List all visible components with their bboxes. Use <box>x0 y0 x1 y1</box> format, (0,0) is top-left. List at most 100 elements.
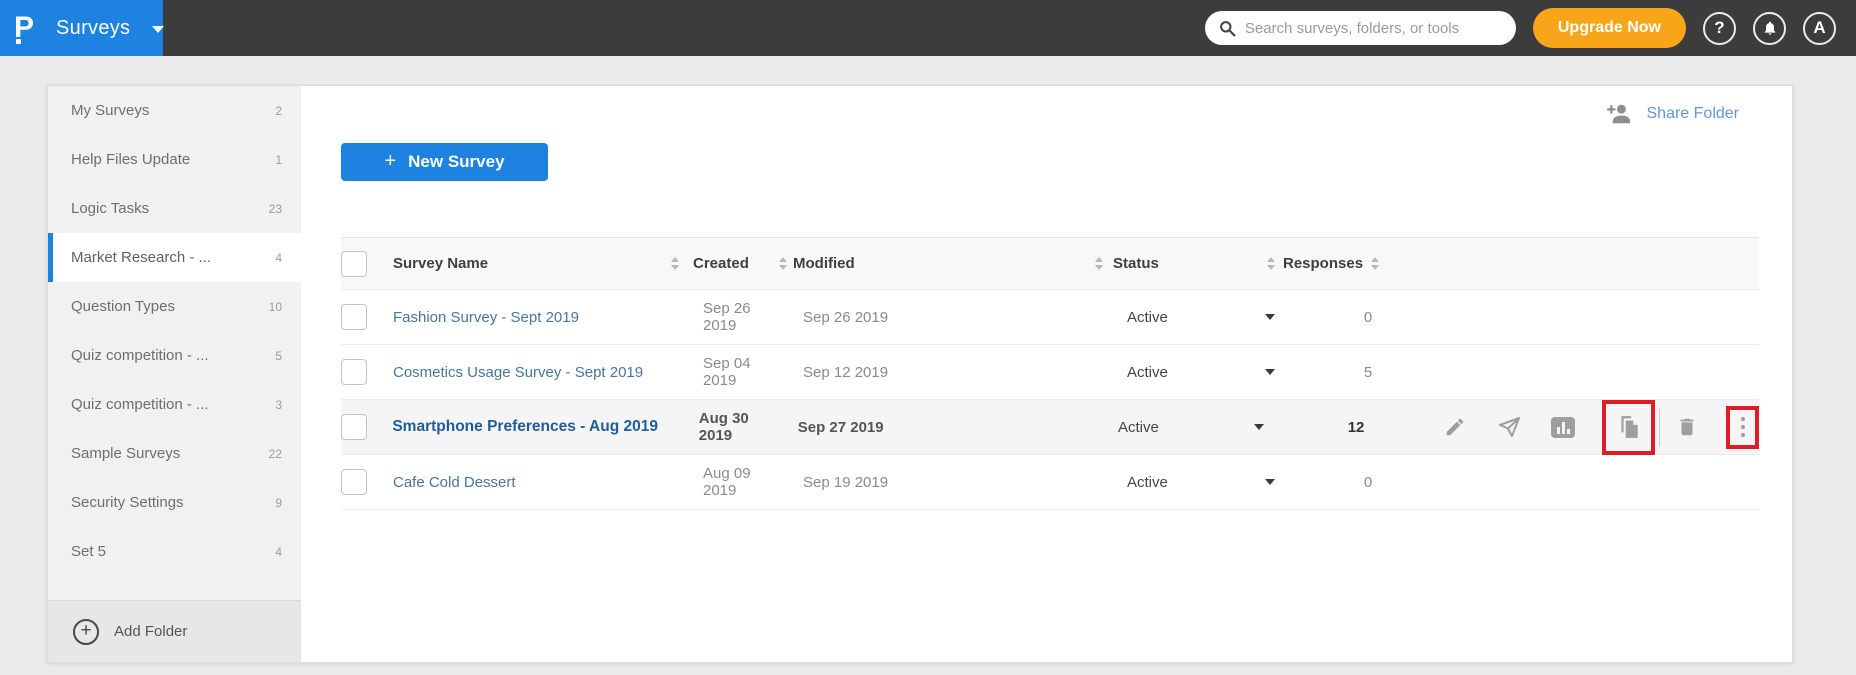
folder-count: 1 <box>275 152 282 167</box>
help-button[interactable]: ? <box>1703 11 1736 45</box>
row-checkbox[interactable] <box>341 359 367 385</box>
folder-label: Sample Surveys <box>71 445 181 462</box>
app-switcher[interactable]: P Surveys <box>0 0 165 56</box>
reports-button[interactable] <box>1548 412 1578 442</box>
created-date: Aug 30 2019 <box>698 410 749 444</box>
global-search <box>1204 11 1516 45</box>
upgrade-now-button[interactable]: Upgrade Now <box>1532 8 1686 48</box>
avatar-initial: A <box>1813 18 1826 37</box>
responses-count: 0 <box>1363 308 1373 326</box>
bar-chart-icon <box>1551 416 1575 438</box>
modified-date: Sep 26 2019 <box>803 308 889 326</box>
folder-label: Question Types <box>71 298 175 315</box>
caret-down-icon <box>1254 424 1265 430</box>
folder-label: Help Files Update <box>71 151 191 168</box>
chevron-down-icon <box>152 25 165 33</box>
sidebar-item-quiz-competition-2[interactable]: Quiz competition - ... 3 <box>48 380 301 429</box>
row-checkbox[interactable] <box>341 304 367 330</box>
folder-count: 3 <box>275 397 282 412</box>
row-actions <box>1440 399 1759 455</box>
status-value: Active <box>1117 418 1159 436</box>
sidebar-item-logic-tasks[interactable]: Logic Tasks 23 <box>48 184 301 233</box>
avatar[interactable]: A <box>1803 11 1836 45</box>
row-checkbox[interactable] <box>341 414 367 440</box>
sidebar-item-market-research[interactable]: Market Research - ... 4 <box>48 233 301 282</box>
sort-arrows-icon[interactable] <box>1371 257 1380 270</box>
sidebar-item-help-files-update[interactable]: Help Files Update 1 <box>48 135 301 184</box>
folder-label: Set 5 <box>71 543 107 560</box>
send-button[interactable] <box>1494 412 1524 442</box>
folder-label: Quiz competition - ... <box>71 347 209 364</box>
sort-arrows-icon[interactable] <box>1267 257 1275 270</box>
delete-button[interactable] <box>1672 412 1702 442</box>
folder-label: Market Research - ... <box>71 249 212 266</box>
sort-arrows-icon[interactable] <box>1095 257 1103 270</box>
proprofs-logo-icon: P <box>14 11 35 44</box>
add-folder-label: Add Folder <box>114 623 188 640</box>
sidebar-item-sample-surveys[interactable]: Sample Surveys 22 <box>48 429 301 478</box>
folder-content: Share Folder + New Survey Survey Name Cr… <box>301 86 1792 662</box>
person-add-icon <box>1606 104 1630 124</box>
product-name: Surveys <box>56 16 131 39</box>
survey-name-link[interactable]: Cafe Cold Dessert <box>393 474 516 491</box>
status-dropdown[interactable]: Active <box>1104 419 1272 436</box>
caret-down-icon <box>1265 314 1275 320</box>
survey-name-link[interactable]: Cosmetics Usage Survey - Sept 2019 <box>393 364 643 381</box>
status-value: Active <box>1127 363 1168 381</box>
folder-count: 9 <box>275 495 282 510</box>
pencil-icon <box>1446 418 1464 436</box>
sidebar-item-quiz-competition-1[interactable]: Quiz competition - ... 5 <box>48 331 301 380</box>
search-input[interactable] <box>1244 19 1502 37</box>
column-header-created[interactable]: Created <box>693 255 749 272</box>
more-options-button[interactable] <box>1730 412 1755 442</box>
row-checkbox[interactable] <box>341 469 367 495</box>
bell-icon <box>1764 21 1775 35</box>
notifications-button[interactable] <box>1753 11 1786 45</box>
table-row-highlighted: Smartphone Preferences - Aug 2019 Aug 30… <box>341 399 1759 455</box>
sidebar-item-question-types[interactable]: Question Types 10 <box>48 282 301 331</box>
folder-count: 10 <box>268 299 282 314</box>
select-all-checkbox[interactable] <box>341 250 367 277</box>
status-value: Active <box>1127 473 1168 491</box>
modified-date: Sep 19 2019 <box>803 473 889 491</box>
search-icon <box>1219 20 1236 36</box>
question-mark-icon: ? <box>1714 18 1725 37</box>
sidebar-item-set-5[interactable]: Set 5 4 <box>48 527 301 576</box>
status-dropdown[interactable]: Active <box>1113 364 1283 381</box>
actions-divider <box>1659 408 1660 446</box>
circle-plus-icon <box>73 618 99 645</box>
column-header-modified[interactable]: Modified <box>793 255 855 272</box>
responses-count: 12 <box>1347 418 1365 436</box>
responses-count: 5 <box>1363 363 1373 381</box>
folder-label: Logic Tasks <box>71 200 150 217</box>
sort-arrows-icon[interactable] <box>671 257 679 270</box>
created-date: Sep 26 2019 <box>703 300 751 334</box>
sidebar-item-my-surveys[interactable]: My Surveys 2 <box>48 86 301 135</box>
new-survey-label: New Survey <box>408 152 505 171</box>
status-dropdown[interactable]: Active <box>1113 309 1283 326</box>
add-folder-button[interactable]: Add Folder <box>48 600 301 662</box>
folder-count: 5 <box>275 348 282 363</box>
folder-count: 23 <box>268 201 282 216</box>
status-value: Active <box>1127 308 1168 326</box>
status-dropdown[interactable]: Active <box>1113 474 1283 491</box>
folder-count: 2 <box>275 103 282 118</box>
created-date: Sep 04 2019 <box>703 355 751 389</box>
sidebar-item-security-settings[interactable]: Security Settings 9 <box>48 478 301 527</box>
column-header-survey-name[interactable]: Survey Name <box>393 255 488 272</box>
created-date: Aug 09 2019 <box>703 465 751 499</box>
table-header-row: Survey Name Created Modified Status Resp… <box>341 237 1759 290</box>
surveys-table: Survey Name Created Modified Status Resp… <box>341 237 1759 510</box>
survey-name-link[interactable]: Fashion Survey - Sept 2019 <box>393 309 579 326</box>
table-row: Cosmetics Usage Survey - Sept 2019 Sep 0… <box>341 345 1759 400</box>
column-header-responses[interactable]: Responses <box>1283 255 1363 272</box>
edit-button[interactable] <box>1440 412 1470 442</box>
more-highlight-box <box>1726 405 1759 449</box>
duplicate-button[interactable] <box>1614 412 1644 442</box>
column-header-status[interactable]: Status <box>1113 255 1159 272</box>
share-folder-link[interactable]: Share Folder <box>1606 103 1739 125</box>
table-row: Fashion Survey - Sept 2019 Sep 26 2019 S… <box>341 290 1759 345</box>
sort-arrows-icon[interactable] <box>779 257 787 270</box>
survey-name-link[interactable]: Smartphone Preferences - Aug 2019 <box>392 418 658 436</box>
new-survey-button[interactable]: + New Survey <box>341 143 548 181</box>
